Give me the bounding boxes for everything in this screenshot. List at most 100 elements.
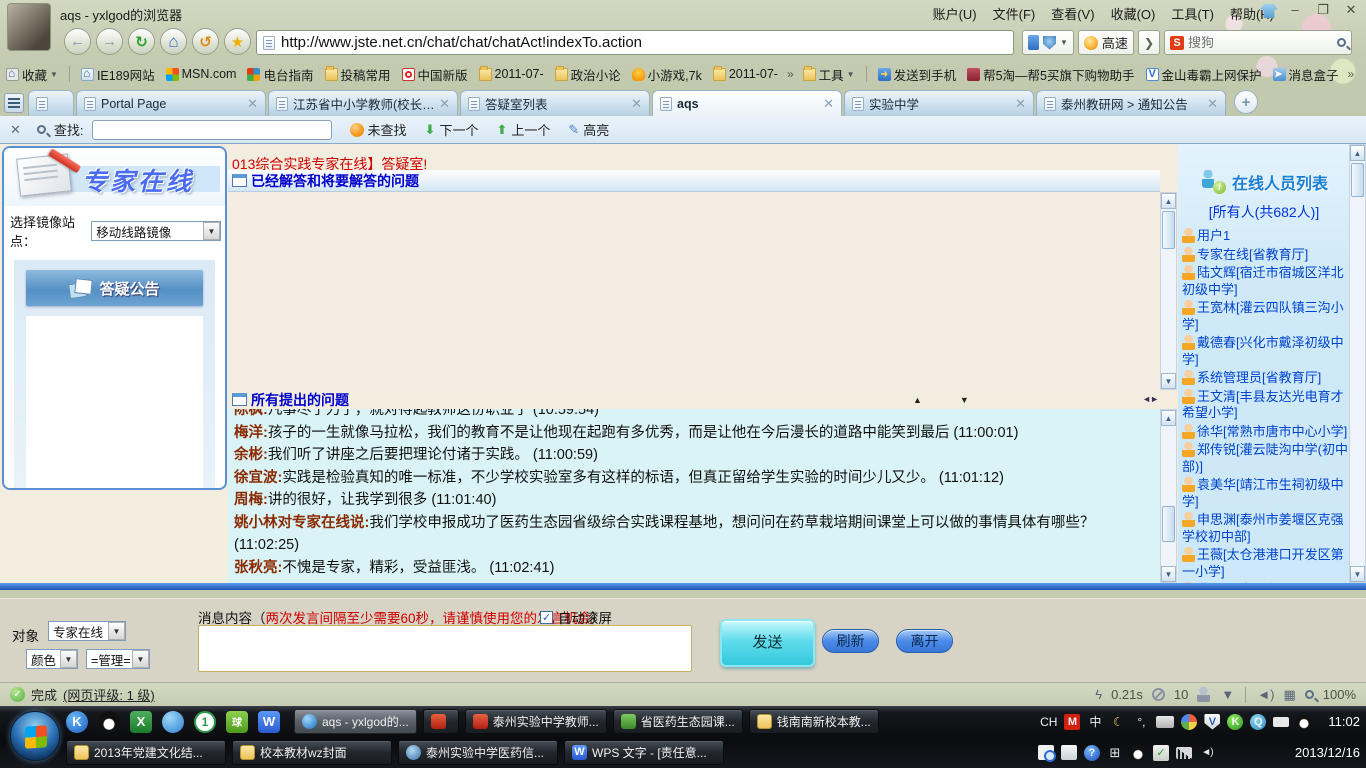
favorites-overflow-icon[interactable]: » xyxy=(787,67,794,81)
tray-icon[interactable] xyxy=(1130,745,1146,761)
browser-tab-icon-only[interactable] xyxy=(28,90,74,116)
back-icon[interactable]: ← xyxy=(64,28,91,55)
search-input[interactable] xyxy=(1188,35,1333,50)
tab-close-icon[interactable]: ✕ xyxy=(1015,96,1026,112)
tray-icon[interactable] xyxy=(1176,747,1192,759)
undo-history-icon[interactable]: ↺ xyxy=(192,28,219,55)
extensions-overflow-icon[interactable]: » xyxy=(1348,67,1355,81)
online-user[interactable]: 用户1 xyxy=(1182,228,1348,245)
tray-icon[interactable]: ✓ xyxy=(1153,745,1169,761)
qiuqiu-icon[interactable]: 球 xyxy=(226,711,248,733)
tray-icon[interactable]: Q xyxy=(1250,714,1266,730)
scrollbar-thumb[interactable] xyxy=(1162,506,1175,542)
restore-icon[interactable]: ❐ xyxy=(1312,2,1334,20)
online-count[interactable]: [所有人(共682人)] xyxy=(1178,202,1350,222)
close-icon[interactable]: ✕ xyxy=(1340,2,1362,20)
start-button[interactable] xyxy=(10,711,60,761)
favorites-item[interactable]: IE189网站 xyxy=(81,65,155,84)
browser-tab[interactable]: Portal Page ✕ xyxy=(76,90,266,116)
tools-menu[interactable]: 工具▼ xyxy=(803,65,855,84)
task-button[interactable]: 泰州实验中学教师... xyxy=(465,709,607,734)
send-button[interactable]: 发送 xyxy=(720,619,815,667)
page-scrollbar[interactable]: ▲ ▼ xyxy=(1349,144,1366,583)
horizontal-scroll-icon[interactable]: ◄► xyxy=(1142,394,1158,404)
tab-close-icon[interactable]: ✕ xyxy=(247,96,258,112)
autoscroll-checkbox[interactable]: ✓ xyxy=(540,611,553,624)
favorites-item[interactable]: 电台指南 xyxy=(247,65,313,84)
tray-icon[interactable] xyxy=(1181,714,1197,730)
select-arrow-icon[interactable]: ▼ xyxy=(132,650,149,668)
task-button[interactable]: 泰州实验中学医药信... xyxy=(398,740,558,765)
zoom-level[interactable]: 100% xyxy=(1323,687,1356,702)
favorites-item[interactable]: 政治小论 xyxy=(555,65,621,84)
menu-item[interactable]: 查看(V) xyxy=(1051,4,1094,23)
scroll-up-icon[interactable]: ▲ xyxy=(1350,145,1365,161)
color-select[interactable]: 颜色 ▼ xyxy=(26,649,78,669)
tray-icon[interactable]: 中 xyxy=(1087,714,1103,730)
tray-icon[interactable] xyxy=(1038,745,1054,760)
tray-icon[interactable]: ☾ xyxy=(1110,714,1126,730)
notice-header[interactable]: 答疑公告 xyxy=(26,270,203,306)
tray-icon[interactable]: ⊞ xyxy=(1107,745,1123,761)
task-button[interactable]: 省医药生态园课... xyxy=(613,709,743,734)
clock-time[interactable]: 11:02 xyxy=(1328,714,1360,729)
ad-block-icon[interactable] xyxy=(1152,688,1165,701)
mirror-select[interactable]: 移动线路镜像 ▼ xyxy=(91,221,221,241)
online-user[interactable]: 郑传锐[灌云陡沟中学(初中部)] xyxy=(1182,442,1348,475)
online-user[interactable]: 王薇[太仓港港口开发区第一小学] xyxy=(1182,547,1348,580)
online-user[interactable]: 徐华[常熟市唐市中心小学] xyxy=(1182,424,1348,441)
browser-tab[interactable]: 答疑室列表 ✕ xyxy=(460,90,650,116)
find-next-button[interactable]: ⬇ 下一个 xyxy=(425,120,479,139)
favorites-item[interactable]: 2011-07- xyxy=(713,67,778,81)
tray-icon[interactable] xyxy=(1296,714,1312,730)
message-input[interactable] xyxy=(198,625,692,672)
one-icon[interactable]: 1 xyxy=(194,711,216,733)
tray-icon[interactable]: K xyxy=(1227,714,1243,730)
minimize-icon[interactable]: – xyxy=(1284,2,1306,20)
tray-icon[interactable]: °, xyxy=(1133,714,1149,730)
extension-item[interactable]: 消息盒子 xyxy=(1273,65,1339,84)
search-box[interactable]: S xyxy=(1164,30,1352,55)
refresh-icon[interactable]: ↻ xyxy=(128,28,155,55)
favorites-star-icon[interactable]: ★ xyxy=(224,28,251,55)
favorites-item[interactable]: 小游戏,7k xyxy=(632,65,702,84)
task-button[interactable]: 2013年党建文化结... xyxy=(66,740,226,765)
task-button[interactable] xyxy=(423,709,459,734)
skin-icon[interactable] xyxy=(1260,4,1278,18)
tab-close-icon[interactable]: ✕ xyxy=(631,96,642,112)
scroll-down-icon[interactable]: ▼ xyxy=(1161,566,1176,582)
dropdown-arrow-icon[interactable]: ▼ xyxy=(1060,38,1068,47)
target-select[interactable]: 专家在线 ▼ xyxy=(48,621,126,641)
online-user[interactable]: 袁美华[靖江市生祠初级中学] xyxy=(1182,477,1348,510)
go-button[interactable]: ❯ xyxy=(1138,30,1160,55)
refresh-button[interactable]: 刷新 xyxy=(822,629,879,653)
manage-select[interactable]: =管理= ▼ xyxy=(86,649,150,669)
add-favorite-button[interactable]: 收藏▼ xyxy=(6,65,58,84)
menu-item[interactable]: 工具(T) xyxy=(1171,4,1214,23)
online-user[interactable]: 申思渊[泰州市姜堰区克强学校初中部] xyxy=(1182,512,1348,545)
online-user[interactable]: 戴德春[兴化市戴泽初级中学] xyxy=(1182,335,1348,368)
kugou-icon[interactable]: K xyxy=(66,711,88,733)
browser-tab[interactable]: 实验中学 ✕ xyxy=(844,90,1034,116)
tray-icon[interactable]: M xyxy=(1064,714,1080,730)
extension-item[interactable]: 帮5淘—帮5买旗下购物助手 xyxy=(967,65,1134,84)
find-input[interactable] xyxy=(92,120,332,140)
task-button[interactable]: WPS 文字 - [责任意... xyxy=(564,740,724,765)
zoom-icon[interactable] xyxy=(1305,690,1314,699)
address-bar[interactable]: http://www.jste.net.cn/chat/chat/chatAct… xyxy=(256,30,1014,55)
extension-item[interactable]: 发送到手机 xyxy=(878,65,957,84)
clock-date[interactable]: 2013/12/16 xyxy=(1295,745,1360,760)
tray-icon[interactable]: ? xyxy=(1084,745,1100,761)
download-icon[interactable]: ▼ xyxy=(1221,687,1234,702)
menu-item[interactable]: 收藏(O) xyxy=(1111,4,1156,23)
scroll-down-icon[interactable]: ▼ xyxy=(1350,566,1365,582)
find-close-icon[interactable]: ✕ xyxy=(10,122,21,138)
speed-mode-button[interactable]: 高速 xyxy=(1078,30,1134,55)
online-user[interactable]: 专家在线[省教育厅] xyxy=(1182,247,1348,264)
find-highlight-button[interactable]: ✎ 高亮 xyxy=(568,120,609,139)
browser-tab[interactable]: aqs ✕ xyxy=(652,90,842,116)
tab-close-icon[interactable]: ✕ xyxy=(823,96,834,112)
menu-item[interactable]: 账户(U) xyxy=(933,4,977,23)
url-text[interactable]: http://www.jste.net.cn/chat/chat/chatAct… xyxy=(281,34,642,51)
excel-icon[interactable]: X xyxy=(130,711,152,733)
